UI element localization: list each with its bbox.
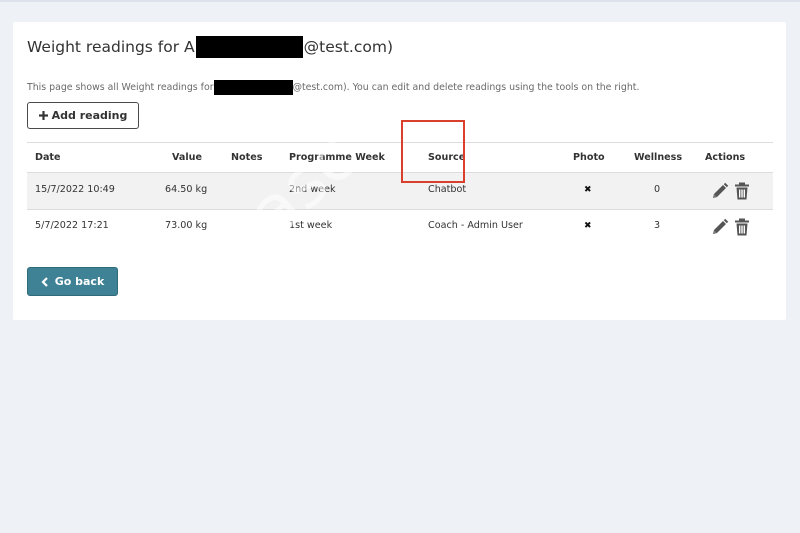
cell-date: 15/7/2022 10:49 xyxy=(35,184,115,195)
chevron-left-icon xyxy=(41,276,48,287)
pencil-icon[interactable] xyxy=(711,182,729,200)
header-notes: Notes xyxy=(231,152,263,163)
cell-programme-week: 1st week xyxy=(289,220,333,231)
source-column-highlight xyxy=(401,120,465,183)
header-value: Value xyxy=(172,152,202,163)
cell-date: 5/7/2022 17:21 xyxy=(35,220,109,231)
page-title: Weight readings for A @test.com) xyxy=(27,36,393,58)
header-actions: Actions xyxy=(705,152,746,163)
table-divider xyxy=(27,209,773,210)
page-description: This page shows all Weight readings for … xyxy=(27,80,639,95)
page-title-prefix: Weight readings for A xyxy=(27,38,195,56)
plus-icon xyxy=(38,111,48,120)
cross-icon: ✖ xyxy=(584,185,592,195)
cell-value: 73.00 kg xyxy=(165,220,208,231)
header-photo: Photo xyxy=(573,152,605,163)
table-divider xyxy=(27,142,773,143)
description-suffix: @test.com). You can edit and delete read… xyxy=(292,82,640,93)
trash-icon[interactable] xyxy=(733,218,751,236)
cell-wellness: 0 xyxy=(654,184,661,195)
cross-icon: ✖ xyxy=(584,221,592,231)
cell-value: 64.50 kg xyxy=(165,184,208,195)
top-border xyxy=(0,0,800,2)
go-back-button[interactable]: Go back xyxy=(27,267,118,296)
page-title-suffix: @test.com) xyxy=(303,38,394,56)
header-date: Date xyxy=(35,152,61,163)
redacted-email-block xyxy=(195,36,303,58)
description-prefix: This page shows all Weight readings for xyxy=(27,82,214,93)
readings-card: Weight readings for A @test.com) This pa… xyxy=(13,22,786,320)
header-wellness: Wellness xyxy=(634,152,683,163)
add-reading-label: Add reading xyxy=(51,109,128,122)
cell-programme-week: 2nd week xyxy=(289,184,336,195)
trash-icon[interactable] xyxy=(733,182,751,200)
add-reading-button[interactable]: Add reading xyxy=(27,102,139,129)
redacted-email-block xyxy=(213,80,293,95)
pencil-icon[interactable] xyxy=(711,218,729,236)
cell-wellness: 3 xyxy=(654,220,661,231)
header-programme-week: Programme Week xyxy=(289,152,385,163)
cell-source: Coach - Admin User xyxy=(428,220,523,231)
cell-source: Chatbot xyxy=(428,184,467,195)
go-back-label: Go back xyxy=(54,275,105,288)
table-row-shade xyxy=(27,173,773,209)
